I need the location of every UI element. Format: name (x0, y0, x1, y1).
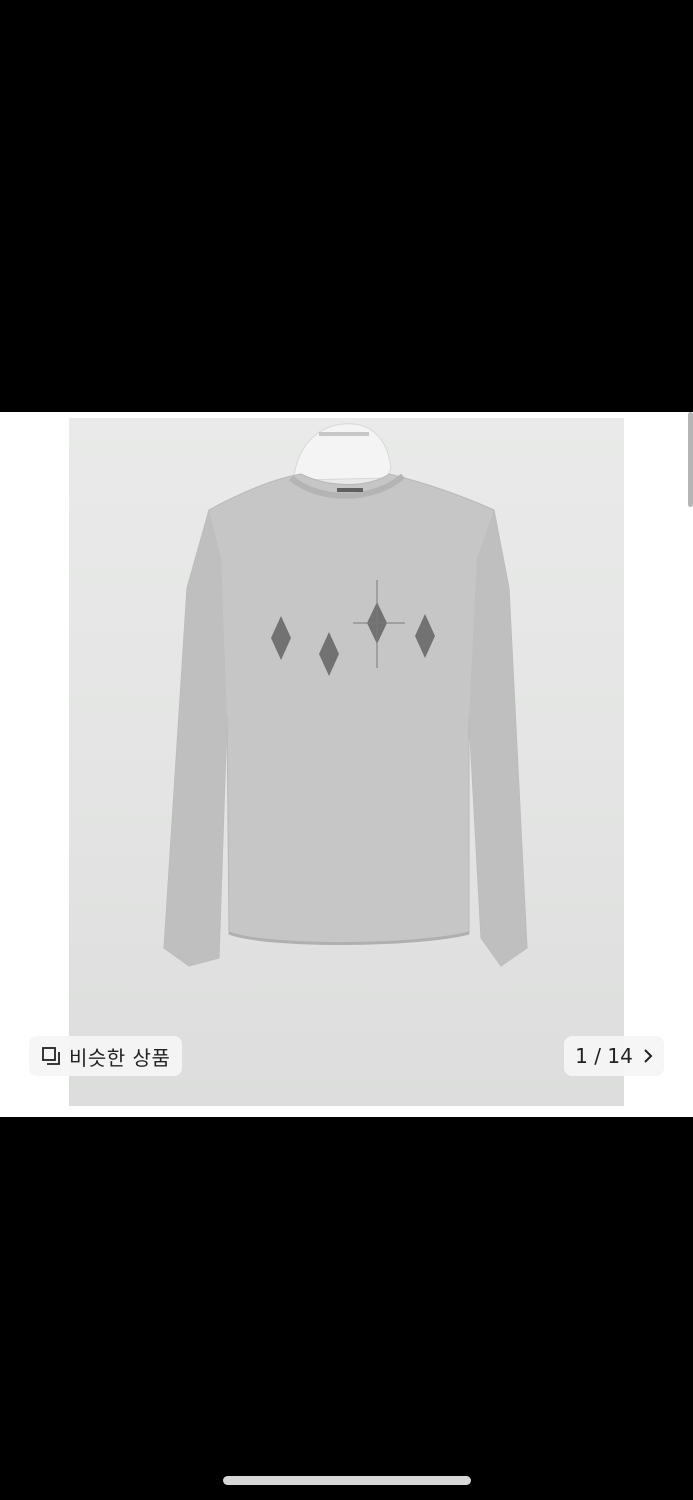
image-counter: 1 / 14 (575, 1044, 633, 1068)
sweatshirt-image (163, 423, 528, 967)
scrollbar[interactable] (688, 412, 693, 507)
similar-products-button[interactable]: 비슷한 상품 (29, 1036, 183, 1076)
image-counter-next-button[interactable]: 1 / 14 (564, 1036, 664, 1076)
product-image-viewer[interactable]: 비슷한 상품 1 / 14 (0, 412, 693, 1117)
product-photo[interactable] (69, 418, 624, 1106)
screen: 비슷한 상품 1 / 14 (0, 0, 693, 1500)
similar-products-label: 비슷한 상품 (69, 1045, 171, 1070)
chevron-right-icon (643, 1048, 653, 1064)
similar-items-icon (41, 1046, 61, 1066)
home-indicator[interactable] (223, 1476, 471, 1485)
